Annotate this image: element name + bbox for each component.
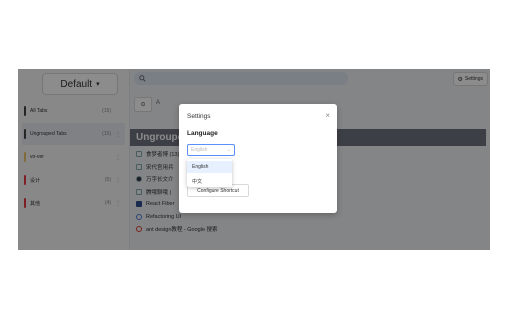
language-option-english[interactable]: English xyxy=(187,161,232,173)
language-label: Language xyxy=(187,130,218,137)
settings-modal: Settings × Language English ⌄ Configure … xyxy=(179,104,337,213)
language-option-chinese[interactable]: 中文 xyxy=(187,175,232,187)
select-placeholder: English xyxy=(191,147,208,153)
option-label: 中文 xyxy=(192,178,203,185)
modal-title: Settings xyxy=(187,113,211,120)
language-select[interactable]: English ⌄ xyxy=(187,144,235,156)
close-icon[interactable]: × xyxy=(325,111,330,120)
chevron-down-icon: ⌄ xyxy=(226,147,231,153)
option-label: English xyxy=(192,164,209,170)
shortcut-button-label: Configure Shortcut xyxy=(197,187,239,194)
language-dropdown: English 中文 xyxy=(187,159,232,187)
